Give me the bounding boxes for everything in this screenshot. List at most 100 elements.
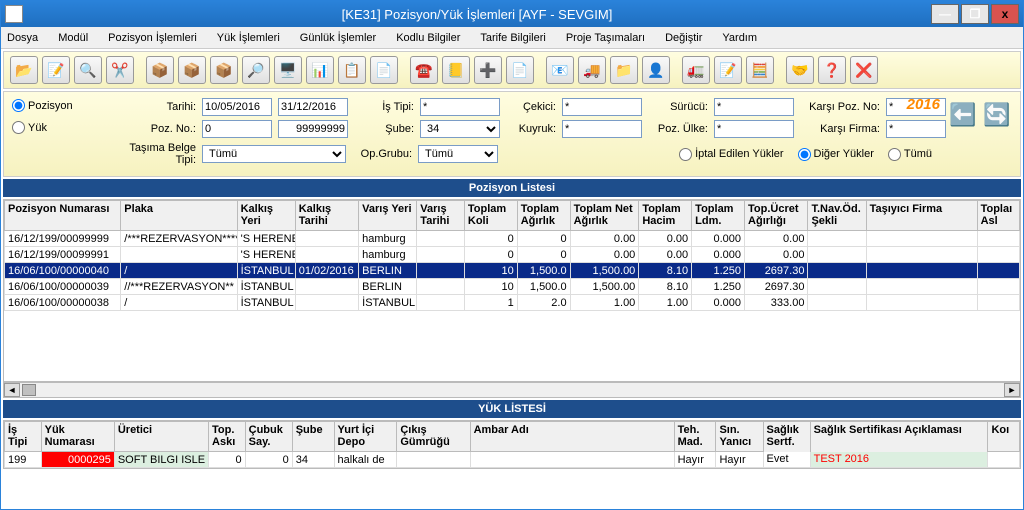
pozisyon-row[interactable]: 16/06/100/00000038/İSTANBULİSTANBUL12.01… [5, 295, 1020, 311]
ycol-yurt[interactable]: Yurt İçi Depo [334, 422, 397, 452]
ycol-cikis[interactable]: Çıkış Gümrüğü [397, 422, 470, 452]
tool-new-doc-icon[interactable]: 📝 [714, 56, 742, 84]
tool-cut-icon[interactable]: ✂️ [106, 56, 134, 84]
yuk-radio[interactable]: Yük [12, 121, 47, 134]
menu-kodlu-bilgiler[interactable]: Kodlu Bilgiler [396, 32, 460, 44]
col-ucret[interactable]: Top.Ücret Ağırlığı [745, 201, 808, 231]
sube-select[interactable]: 34 [420, 120, 500, 138]
tool-calc-icon[interactable]: 🧮 [746, 56, 774, 84]
menu-dosya[interactable]: Dosya [7, 32, 38, 44]
pozisyon-row[interactable]: 16/12/199/00099991'S HERENEhamburg000.00… [5, 247, 1020, 263]
col-agirlik[interactable]: Toplam Ağırlık [517, 201, 570, 231]
menu-proje-tasimalari[interactable]: Proje Taşımaları [566, 32, 645, 44]
tumu-radio[interactable]: Tümü [888, 148, 932, 161]
cekici-input[interactable] [562, 98, 642, 116]
ycol-aciklama[interactable]: Sağlık Sertifikası Açıklaması [810, 422, 988, 452]
close-button[interactable]: x [991, 4, 1019, 24]
istipi-input[interactable] [420, 98, 500, 116]
maximize-button[interactable]: ❐ [961, 4, 989, 24]
tool-truck-search-icon[interactable]: 🚛 [682, 56, 710, 84]
iptal-radio[interactable]: İptal Edilen Yükler [679, 148, 783, 161]
tool-preview-icon[interactable]: 🖥️ [274, 56, 302, 84]
ycol-teh[interactable]: Teh. Mad. [674, 422, 716, 452]
tool-copy-icon[interactable]: 📄 [506, 56, 534, 84]
menu-degistir[interactable]: Değiştir [665, 32, 702, 44]
minimize-button[interactable]: — [931, 4, 959, 24]
col-netagirlik[interactable]: Toplam Net Ağırlık [570, 201, 639, 231]
tarihi-to-input[interactable] [278, 98, 348, 116]
menu-yuk-islemleri[interactable]: Yük İşlemleri [217, 32, 280, 44]
pozisyon-row[interactable]: 16/06/100/00000039//***REZERVASYON**İSTA… [5, 279, 1020, 295]
scroll-thumb[interactable] [22, 384, 36, 396]
pozisyon-row[interactable]: 16/06/100/00000040/İSTANBUL01/02/2016BER… [5, 263, 1020, 279]
ycol-topaski[interactable]: Top. Askı [209, 422, 246, 452]
pozisyon-row[interactable]: 16/12/199/00099999/***REZERVASYON****'S … [5, 231, 1020, 247]
prev-arrow-button[interactable]: ⬅️ [946, 100, 980, 130]
ycol-uretici[interactable]: Üretici [114, 422, 208, 452]
ycol-yukno[interactable]: Yük Numarası [41, 422, 114, 452]
ycol-cubuk[interactable]: Çubuk Say. [245, 422, 292, 452]
col-hacim[interactable]: Toplam Hacim [639, 201, 692, 231]
col-varis-yer[interactable]: Varış Yeri [359, 201, 417, 231]
tool-exit-icon[interactable]: ❌ [850, 56, 878, 84]
col-navod[interactable]: T.Nav.Öd. Şekli [808, 201, 866, 231]
menu-yardim[interactable]: Yardım [722, 32, 757, 44]
refresh-button[interactable]: 🔄 [980, 100, 1014, 130]
col-plaka[interactable]: Plaka [121, 201, 237, 231]
tool-report-2-icon[interactable]: 📋 [338, 56, 366, 84]
pozno-from-input[interactable] [202, 120, 272, 138]
tool-folder-icon[interactable]: 📁 [610, 56, 638, 84]
tool-report-3-icon[interactable]: 📄 [370, 56, 398, 84]
col-ldm[interactable]: Toplam Ldm. [692, 201, 745, 231]
tarihi-from-input[interactable] [202, 98, 272, 116]
menu-gunluk-islemler[interactable]: Günlük İşlemler [300, 32, 376, 44]
ycol-ambar[interactable]: Ambar Adı [470, 422, 674, 452]
tool-box-2-icon[interactable]: 📦 [178, 56, 206, 84]
col-kalkis-tar[interactable]: Kalkış Tarihi [295, 201, 358, 231]
tool-mail-icon[interactable]: 📧 [546, 56, 574, 84]
pozisyon-scrollbar[interactable]: ◄ ► [3, 382, 1021, 398]
karsifirma-input[interactable] [886, 120, 946, 138]
menu-tarife-bilgileri[interactable]: Tarife Bilgileri [480, 32, 545, 44]
ycol-sube[interactable]: Şube [292, 422, 334, 452]
ycol-istipi[interactable]: İş Tipi [5, 422, 42, 452]
ycol-sin[interactable]: Sın. Yanıcı [716, 422, 763, 452]
tool-report-1-icon[interactable]: 📊 [306, 56, 334, 84]
pozisyon-radio[interactable]: Pozisyon [12, 99, 73, 112]
tool-box-1-icon[interactable]: 📦 [146, 56, 174, 84]
col-varis-tar[interactable]: Varış Tarihi [417, 201, 465, 231]
tool-edit-icon[interactable]: 📝 [42, 56, 70, 84]
tool-help-icon[interactable]: ❓ [818, 56, 846, 84]
pozisyon-header-row: Pozisyon Numarası Plaka Kalkış Yeri Kalk… [5, 201, 1020, 231]
scroll-right-button[interactable]: ► [1004, 383, 1020, 397]
col-tasiyici[interactable]: Taşıyıcı Firma [866, 201, 977, 231]
opgrubu-label: Op.Grubu: [352, 148, 412, 160]
tool-note-icon[interactable]: 📒 [442, 56, 470, 84]
tool-handshake-icon[interactable]: 🤝 [786, 56, 814, 84]
menu-modul[interactable]: Modül [58, 32, 88, 44]
menu-pozisyon-islemleri[interactable]: Pozisyon İşlemleri [108, 32, 197, 44]
pozno-to-input[interactable] [278, 120, 348, 138]
tool-box-3-icon[interactable]: 📦 [210, 56, 238, 84]
yuk-row[interactable]: 199 0000295 SOFT BILGI ISLE 0 0 34 halka… [5, 452, 1020, 468]
tool-truck-icon[interactable]: 🚚 [578, 56, 606, 84]
surucu-input[interactable] [714, 98, 794, 116]
col-koli[interactable]: Toplam Koli [464, 201, 517, 231]
ycol-kol[interactable]: Koı [988, 422, 1020, 452]
tool-open-icon[interactable]: 📂 [10, 56, 38, 84]
pozulke-input[interactable] [714, 120, 794, 138]
belge-select[interactable]: Tümü [202, 145, 346, 163]
kuyruk-input[interactable] [562, 120, 642, 138]
scroll-left-button[interactable]: ◄ [4, 383, 20, 397]
opgrubu-select[interactable]: Tümü [418, 145, 498, 163]
tool-phone-icon[interactable]: ☎️ [410, 56, 438, 84]
tool-add-icon[interactable]: ➕ [474, 56, 502, 84]
diger-radio[interactable]: Diğer Yükler [798, 148, 874, 161]
tool-person-icon[interactable]: 👤 [642, 56, 670, 84]
col-toplam-asi[interactable]: Toplaı Asl [977, 201, 1019, 231]
col-pozno[interactable]: Pozisyon Numarası [5, 201, 121, 231]
tool-box-search-icon[interactable]: 🔎 [242, 56, 270, 84]
ycol-saglik[interactable]: Sağlık Sertf. [763, 422, 810, 452]
col-kalkis-yer[interactable]: Kalkış Yeri [237, 201, 295, 231]
tool-search-icon[interactable]: 🔍 [74, 56, 102, 84]
